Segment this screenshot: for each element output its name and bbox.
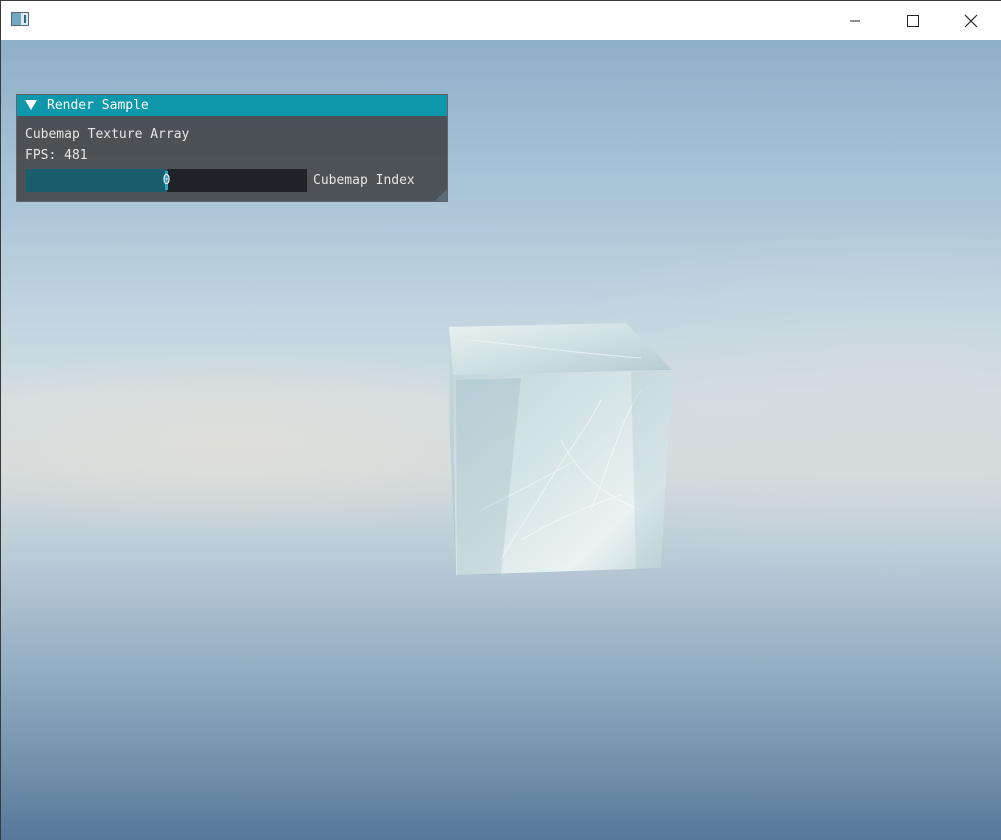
cube-top-face: [449, 323, 672, 375]
collapse-arrow-icon[interactable]: [25, 100, 37, 110]
app-icon[interactable]: [11, 12, 29, 26]
render-sample-panel[interactable]: Render Sample Cubemap Texture Array FPS:…: [16, 94, 448, 202]
minimize-button[interactable]: [826, 1, 884, 40]
render-viewport[interactable]: Render Sample Cubemap Texture Array FPS:…: [1, 40, 1001, 840]
minimize-icon: [850, 20, 860, 21]
close-icon: [964, 14, 978, 27]
resize-grip-icon[interactable]: [435, 189, 447, 201]
panel-title: Render Sample: [47, 98, 149, 113]
close-button[interactable]: [942, 1, 1000, 40]
cubemap-index-slider[interactable]: 0: [26, 169, 307, 192]
title-bar[interactable]: [1, 1, 1001, 40]
panel-title-bar[interactable]: Render Sample: [17, 95, 447, 116]
application-window: Render Sample Cubemap Texture Array FPS:…: [0, 0, 1001, 840]
maximize-icon: [907, 14, 919, 27]
slider-value: 0: [162, 173, 171, 188]
fps-counter: FPS: 481: [25, 148, 88, 163]
maximize-button[interactable]: [884, 1, 942, 40]
sample-heading: Cubemap Texture Array: [25, 127, 190, 142]
slider-label: Cubemap Index: [313, 173, 415, 188]
